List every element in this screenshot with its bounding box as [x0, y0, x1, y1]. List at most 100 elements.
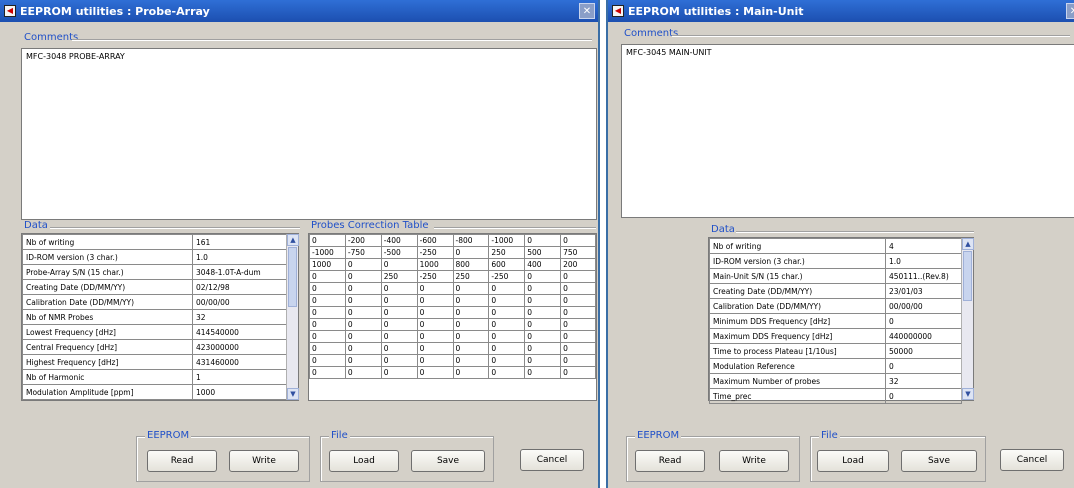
correction-cell[interactable]: 250: [452, 270, 490, 283]
correction-cell[interactable]: 0: [488, 342, 526, 355]
correction-cell[interactable]: 0: [488, 282, 526, 295]
data-field-value[interactable]: 450111..(Rev.8): [885, 268, 962, 284]
data-row[interactable]: Nb of Harmonic 1: [22, 369, 288, 385]
data-field-value[interactable]: 32: [885, 373, 962, 389]
write-button[interactable]: Write: [719, 450, 789, 472]
correction-cell[interactable]: 0: [560, 318, 596, 331]
correction-cell[interactable]: 0: [309, 318, 346, 331]
correction-cell[interactable]: 0: [380, 330, 418, 343]
data-row[interactable]: ID-ROM version (3 char.) 1.0: [709, 253, 962, 269]
correction-cell[interactable]: 0: [452, 318, 490, 331]
data-field-value[interactable]: 00/00/00: [192, 294, 288, 310]
scroll-up-icon[interactable]: ▲: [962, 238, 974, 250]
scroll-down-icon[interactable]: ▼: [287, 388, 299, 400]
correction-cell[interactable]: 0: [524, 306, 562, 319]
correction-cell[interactable]: 0: [560, 354, 596, 367]
correction-cell[interactable]: 0: [560, 294, 596, 307]
correction-cell[interactable]: 0: [452, 330, 490, 343]
data-field-value[interactable]: 32: [192, 309, 288, 325]
data-scrollbar[interactable]: ▲ ▼: [961, 238, 974, 400]
correction-cell[interactable]: 0: [344, 258, 382, 271]
data-field-value[interactable]: 1.0: [885, 253, 962, 269]
data-row[interactable]: ID-ROM version (3 char.) 1.0: [22, 249, 288, 265]
data-row[interactable]: Time to process Plateau [1/10us] 50000: [709, 343, 962, 359]
comments-textarea[interactable]: MFC-3048 PROBE-ARRAY: [21, 48, 597, 220]
correction-cell[interactable]: 0: [344, 318, 382, 331]
correction-cell[interactable]: 0: [380, 342, 418, 355]
correction-cell[interactable]: 0: [344, 330, 382, 343]
correction-cell[interactable]: 0: [416, 342, 454, 355]
data-field-value[interactable]: 440000000: [885, 328, 962, 344]
correction-cell[interactable]: 0: [309, 354, 346, 367]
correction-cell[interactable]: 0: [560, 306, 596, 319]
data-field-value[interactable]: 414540000: [192, 324, 288, 340]
correction-cell[interactable]: -250: [488, 270, 526, 283]
data-row[interactable]: Time_prec 0: [709, 388, 962, 404]
correction-cell[interactable]: 0: [452, 366, 490, 379]
data-field-value[interactable]: 50000: [885, 343, 962, 359]
load-button[interactable]: Load: [329, 450, 399, 472]
data-row[interactable]: Nb of writing 4: [709, 238, 962, 254]
correction-cell[interactable]: -1000: [488, 234, 526, 247]
correction-cell[interactable]: -1000: [309, 246, 346, 259]
correction-cell[interactable]: 0: [452, 354, 490, 367]
data-scrollbar[interactable]: ▲ ▼: [286, 234, 299, 400]
correction-cell[interactable]: 250: [488, 246, 526, 259]
correction-cell[interactable]: 0: [560, 342, 596, 355]
data-row[interactable]: Nb of writing 161: [22, 234, 288, 250]
correction-cell[interactable]: 0: [380, 258, 418, 271]
correction-cell[interactable]: 0: [524, 294, 562, 307]
correction-cell[interactable]: 0: [344, 354, 382, 367]
correction-cell[interactable]: 0: [344, 282, 382, 295]
correction-cell[interactable]: 0: [344, 270, 382, 283]
correction-cell[interactable]: 0: [524, 366, 562, 379]
data-field-value[interactable]: 431460000: [192, 354, 288, 370]
correction-cell[interactable]: 400: [524, 258, 562, 271]
correction-cell[interactable]: 0: [488, 354, 526, 367]
correction-cell[interactable]: 0: [524, 234, 562, 247]
data-field-value[interactable]: 0: [885, 358, 962, 374]
correction-cell[interactable]: 0: [560, 234, 596, 247]
correction-table[interactable]: 0 -200 -400 -600 -800 -1000 0 0 -1000 -750 -500 -25…: [308, 233, 597, 401]
correction-cell[interactable]: 0: [416, 318, 454, 331]
correction-cell[interactable]: 0: [524, 270, 562, 283]
correction-cell[interactable]: 0: [524, 282, 562, 295]
correction-cell[interactable]: 0: [344, 342, 382, 355]
correction-cell[interactable]: 0: [380, 354, 418, 367]
correction-cell[interactable]: 0: [524, 330, 562, 343]
data-field-value[interactable]: 1000: [192, 384, 288, 400]
data-field-value[interactable]: 0: [885, 313, 962, 329]
correction-cell[interactable]: 0: [452, 342, 490, 355]
correction-cell[interactable]: 0: [309, 330, 346, 343]
data-row[interactable]: Calibration Date (DD/MM/YY) 00/00/00: [709, 298, 962, 314]
data-row[interactable]: Maximum Number of probes 32: [709, 373, 962, 389]
correction-cell[interactable]: 0: [452, 306, 490, 319]
correction-cell[interactable]: 500: [524, 246, 562, 259]
correction-cell[interactable]: -500: [380, 246, 418, 259]
scroll-thumb[interactable]: [963, 251, 972, 301]
correction-cell[interactable]: 0: [488, 294, 526, 307]
data-row[interactable]: Lowest Frequency [dHz] 414540000: [22, 324, 288, 340]
data-row[interactable]: Probe-Array S/N (15 char.) 3048-1.0T-A-du…: [22, 264, 288, 280]
save-button[interactable]: Save: [901, 450, 977, 472]
correction-cell[interactable]: 0: [380, 282, 418, 295]
correction-cell[interactable]: 0: [416, 354, 454, 367]
data-row[interactable]: Nb of NMR Probes 32: [22, 309, 288, 325]
correction-cell[interactable]: 0: [524, 354, 562, 367]
correction-cell[interactable]: -600: [416, 234, 454, 247]
cancel-button[interactable]: Cancel: [1000, 449, 1064, 471]
data-row[interactable]: Creating Date (DD/MM/YY) 02/12/98: [22, 279, 288, 295]
correction-cell[interactable]: 0: [560, 270, 596, 283]
correction-cell[interactable]: 0: [416, 366, 454, 379]
correction-cell[interactable]: 0: [560, 330, 596, 343]
correction-cell[interactable]: 0: [309, 342, 346, 355]
correction-cell[interactable]: 0: [416, 294, 454, 307]
correction-cell[interactable]: 600: [488, 258, 526, 271]
correction-cell[interactable]: 0: [452, 294, 490, 307]
data-row[interactable]: Maximum DDS Frequency [dHz] 440000000: [709, 328, 962, 344]
data-row[interactable]: Central Frequency [dHz] 423000000: [22, 339, 288, 355]
correction-cell[interactable]: 1000: [309, 258, 346, 271]
data-field-value[interactable]: 1.0: [192, 249, 288, 265]
correction-cell[interactable]: 0: [488, 318, 526, 331]
correction-cell[interactable]: 0: [309, 366, 346, 379]
